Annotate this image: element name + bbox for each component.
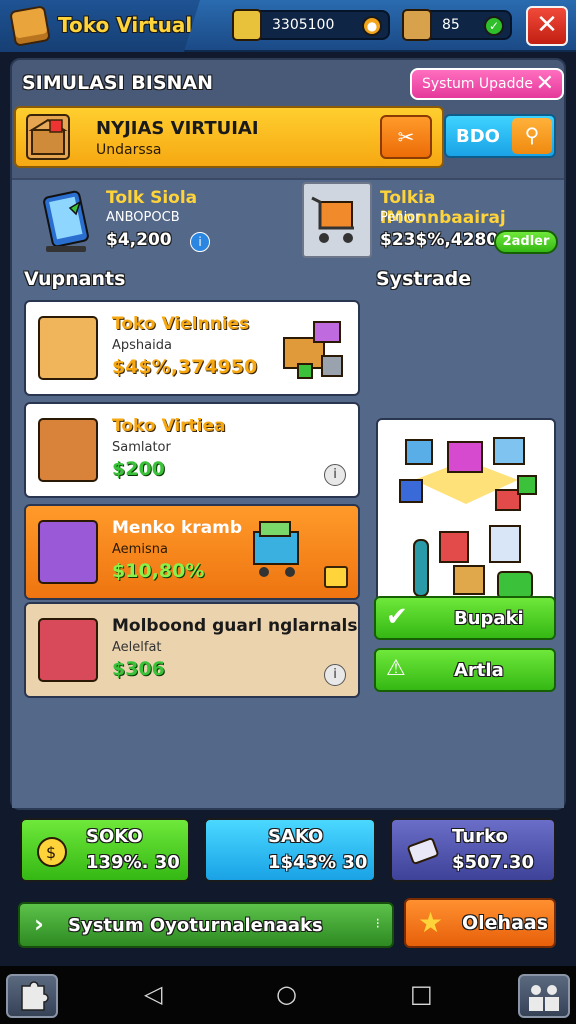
sako-button[interactable]: SAKO 1$43% 30 xyxy=(204,818,376,882)
simulation-panel: SIMULASI BISNAN Systum Upadde ✕ NYJIAS V… xyxy=(10,58,566,810)
app-title: Toko Virtual xyxy=(58,13,193,37)
info-card-right[interactable]: Tolkia IMonnbaairaj Penior $23$%,4280 2a… xyxy=(300,182,560,266)
product-card[interactable]: Molboond guarl nglarnals Aelelfat $306 i xyxy=(24,602,360,698)
product-subtitle: Apshaida xyxy=(112,338,172,353)
box-logo-icon xyxy=(9,5,51,47)
system-update-label: Systum Upadde xyxy=(422,76,534,92)
sako-label: SAKO xyxy=(268,826,324,847)
money-tag-icon: $ xyxy=(34,832,72,870)
ticket-icon xyxy=(404,832,442,870)
product-card[interactable]: Toko Virtiea Samlator $200 i xyxy=(24,402,360,498)
scissors-button[interactable]: ✂ xyxy=(380,115,432,159)
money-icon xyxy=(232,9,262,41)
alert-icon: ⚠ xyxy=(386,656,406,681)
confirm-button[interactable]: ✔ Bupaki xyxy=(374,596,556,640)
product-price: $306 xyxy=(112,658,165,680)
close-icon[interactable]: ✕ xyxy=(536,71,554,96)
shopping-cart-icon xyxy=(38,520,98,584)
product-price: $4$%,374950 xyxy=(112,356,258,378)
shopping-cart-icon xyxy=(38,316,98,380)
product-title: Toko Virtiea xyxy=(112,416,226,436)
tablet-icon xyxy=(40,188,110,258)
package-icon xyxy=(402,9,432,41)
sako-value: 1$43% 30 xyxy=(268,852,368,873)
cash-register-icon xyxy=(38,618,98,682)
product-subtitle: Aemisna xyxy=(112,542,168,557)
info-left-title: Tolk Siola xyxy=(106,188,198,208)
chevron-right-icon: › xyxy=(34,910,44,938)
status-badge[interactable]: 2adler xyxy=(494,230,558,254)
banner-title: NYJIAS VIRTUIAI xyxy=(96,118,259,139)
info-icon[interactable]: i xyxy=(324,464,346,486)
home-nav-button[interactable]: ○ xyxy=(276,980,297,1008)
store-content: Tolk Siola ANBOPOCB $4,200 i Tolkia IMon… xyxy=(12,178,564,808)
info-left-subtitle: ANBOPOCB xyxy=(106,210,180,225)
puzzle-icon[interactable] xyxy=(6,974,58,1018)
info-icon[interactable]: i xyxy=(324,664,346,686)
olehaas-label: Olehaas xyxy=(462,912,549,934)
product-title: Molboond guarl nglarnals xyxy=(112,616,358,636)
check-icon: ✔ xyxy=(386,602,408,632)
soko-label: SOKO xyxy=(86,826,143,847)
info-right-price: $23$%,4280 xyxy=(380,230,499,250)
info-card-left[interactable]: Tolk Siola ANBOPOCB $4,200 i xyxy=(40,186,290,266)
recent-apps-nav-button[interactable]: □ xyxy=(410,980,433,1008)
box-icon xyxy=(324,566,348,588)
product-price: $10,80% xyxy=(112,560,205,582)
turko-button[interactable]: Turko $507.30 xyxy=(390,818,556,882)
product-card[interactable]: Toko Vielnnies Apshaida $4$%,374950 xyxy=(24,300,360,396)
turko-label: Turko xyxy=(452,826,508,847)
soko-value: 139%. 30 xyxy=(86,852,180,873)
svg-text:$: $ xyxy=(46,843,56,862)
system-nav-bar: ◁ ○ □ xyxy=(0,966,576,1024)
app-header: Toko Virtual xyxy=(0,0,200,52)
top-bar: Toko Virtual 3305100 ● 85 ✓ ✕ xyxy=(0,0,576,52)
panel-title: SIMULASI BISNAN xyxy=(22,72,214,94)
resource1-value: 3305100 xyxy=(272,17,335,33)
check-icon: ✓ xyxy=(484,16,504,36)
olehaas-button[interactable]: ★ Olehaas xyxy=(404,898,556,948)
box-resource-counter: 85 ✓ xyxy=(402,9,512,41)
info-icon[interactable]: i xyxy=(190,232,210,252)
resource2-value: 85 xyxy=(442,17,460,33)
search-icon[interactable]: ⚲ xyxy=(512,118,552,154)
coin-resource-counter: 3305100 ● xyxy=(232,9,390,41)
system-operations-label: Systum Oyoturnalenaaks xyxy=(68,915,323,936)
back-nav-button[interactable]: ◁ xyxy=(144,980,162,1008)
community-icon[interactable] xyxy=(518,974,570,1018)
search-field[interactable]: BDO ⚲ xyxy=(444,114,556,158)
product-subtitle: Aelelfat xyxy=(112,640,162,655)
confirm-label: Bupaki xyxy=(454,608,524,629)
product-title: Toko Vielnnies xyxy=(112,314,250,334)
trade-illustration xyxy=(376,418,556,616)
coin-icon: ● xyxy=(362,16,382,36)
turko-value: $507.30 xyxy=(452,852,534,873)
secondary-action-label: Artla xyxy=(454,660,504,681)
system-update-button[interactable]: Systum Upadde ✕ xyxy=(410,68,564,100)
banner-subtitle: Undarssa xyxy=(96,142,162,158)
product-title: Menko kramb xyxy=(112,518,243,538)
more-icon: ⁝ xyxy=(375,916,380,932)
close-button[interactable]: ✕ xyxy=(526,6,568,46)
product-subtitle: Samlator xyxy=(112,440,171,455)
product-price: $200 xyxy=(112,458,165,480)
info-left-price: $4,200 xyxy=(106,230,172,250)
soko-button[interactable]: $ SOKO 139%. 30 xyxy=(20,818,190,882)
info-right-subtitle: Penior xyxy=(380,210,421,225)
shopping-cart-icon xyxy=(302,182,372,258)
fruit-stall-icon xyxy=(38,418,98,482)
store-box-icon xyxy=(26,114,70,160)
search-field-label: BDO xyxy=(456,126,500,147)
cash-cart-icon xyxy=(248,516,308,588)
star-icon: ★ xyxy=(418,906,444,939)
secondary-action-button[interactable]: ⚠ Artla xyxy=(374,648,556,692)
section-label-left: Vupnants xyxy=(24,268,126,290)
shop-desk-icon xyxy=(278,312,348,384)
section-label-right: Systrade xyxy=(376,268,472,290)
virtual-store-banner: NYJIAS VIRTUIAI Undarssa ✂ xyxy=(14,106,444,168)
system-operations-button[interactable]: › Systum Oyoturnalenaaks ⁝ xyxy=(18,902,394,948)
product-card-selected[interactable]: Menko kramb Aemisna $10,80% xyxy=(24,504,360,600)
